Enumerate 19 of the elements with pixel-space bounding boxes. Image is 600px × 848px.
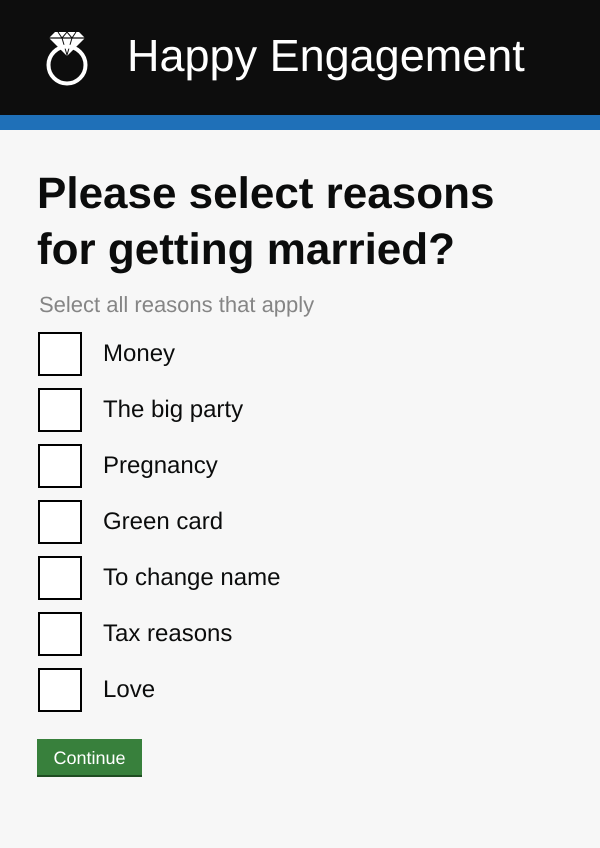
checkbox[interactable] — [38, 556, 82, 600]
ring-icon — [44, 30, 90, 86]
continue-button[interactable]: Continue — [37, 739, 142, 777]
checkbox[interactable] — [38, 388, 82, 432]
checkbox[interactable] — [38, 444, 82, 488]
checkbox[interactable] — [38, 500, 82, 544]
option-label[interactable]: Love — [103, 678, 156, 702]
checkbox[interactable] — [38, 332, 82, 376]
hint-text: Select all reasons that apply — [39, 292, 316, 318]
option-label[interactable]: The big party — [103, 398, 244, 422]
option-label[interactable]: Tax reasons — [103, 622, 232, 646]
option-label[interactable]: Green card — [103, 510, 224, 534]
option-label[interactable]: Pregnancy — [103, 454, 218, 478]
site-title: Happy Engagement — [127, 33, 525, 82]
checkbox[interactable] — [38, 668, 82, 712]
option-label[interactable]: To change name — [103, 566, 280, 590]
checkbox[interactable] — [38, 612, 82, 656]
option-label[interactable]: Money — [103, 342, 176, 366]
question-heading: Please select reasons for getting married? — [37, 168, 496, 276]
